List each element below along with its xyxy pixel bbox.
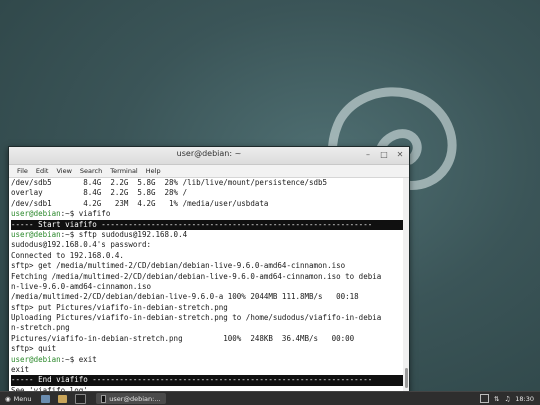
menu-view[interactable]: View — [52, 167, 75, 175]
terminal-line-text: sudodus@192.168.0.4's password: — [11, 240, 151, 250]
terminal-line-text: sftp> get /media/multimed-2/CD/debian/de… — [11, 261, 346, 271]
terminal-line-text: overlay 8.4G 2.2G 5.8G 28% / — [11, 188, 188, 198]
terminal-launcher-icon[interactable] — [74, 393, 86, 404]
terminal-line: exit — [11, 365, 403, 375]
taskbar-task-label: user@debian:... — [109, 394, 161, 403]
terminal-line: user@debian:~$ sftp sudodus@192.168.0.4 — [11, 230, 403, 240]
terminal-banner-line: ----- Start viafifo --------------------… — [11, 219, 403, 230]
maximize-button[interactable]: □ — [379, 149, 389, 161]
minimize-button[interactable]: – — [363, 149, 373, 161]
menu-bar: File Edit View Search Terminal Help — [9, 165, 409, 178]
terminal-window[interactable]: user@debian: ~ – □ ✕ File Edit View Sear… — [8, 146, 410, 393]
terminal-line-text: :~$ exit — [60, 354, 97, 364]
terminal-line-text: Connected to 192.168.0.4. — [11, 250, 124, 260]
terminal-line-text: Pictures/viafifo-in-debian-stretch.png 1… — [11, 333, 355, 343]
desktop-icon[interactable] — [40, 394, 50, 403]
taskbar-terminal-task[interactable]: user@debian:... — [95, 393, 166, 404]
terminal-line: /dev/sdb1 4.2G 23M 4.2G 1% /media/user/u… — [11, 199, 403, 209]
network-icon[interactable]: ⇅ — [494, 395, 499, 403]
clock[interactable]: 18:30 — [515, 395, 534, 403]
debian-menu-icon: ◉ — [5, 394, 11, 403]
start-menu-button[interactable]: ◉ Menu — [0, 395, 37, 403]
file-manager-icon[interactable] — [57, 394, 67, 403]
terminal-line-text: :~$ viafifo — [60, 209, 111, 219]
workspace-switcher-icon[interactable] — [479, 394, 489, 403]
terminal-line: Pictures/viafifo-in-debian-stretch.png 1… — [11, 334, 403, 344]
terminal-line-text: /dev/sdb5 8.4G 2.2G 5.8G 28% /lib/live/m… — [11, 178, 328, 187]
menu-search[interactable]: Search — [76, 167, 106, 175]
terminal-line: user@debian:~$ viafifo — [11, 209, 403, 219]
close-button[interactable]: ✕ — [395, 149, 405, 161]
terminal-line: Fetching /media/multimed-2/CD/debian/deb… — [11, 272, 403, 282]
vertical-scrollbar[interactable] — [403, 178, 409, 392]
terminal-line-text: n-stretch.png — [11, 323, 70, 333]
terminal-banner-line: ----- End viafifo ----------------------… — [11, 375, 403, 386]
title-bar[interactable]: user@debian: ~ – □ ✕ — [9, 147, 409, 165]
terminal-line-text: exit — [11, 365, 30, 375]
menu-edit[interactable]: Edit — [32, 167, 53, 175]
terminal-line-text: /dev/sdb1 4.2G 23M 4.2G 1% /media/user/u… — [11, 198, 269, 208]
shell-prompt: user@debian — [11, 229, 61, 239]
terminal-line: Uploading Pictures/viafifo-in-debian-str… — [11, 313, 403, 323]
taskbar: ◉ Menu user@debian:... ⇅ ♫ 18:30 — [0, 391, 540, 405]
terminal-line: /media/multimed-2/CD/debian/debian-live-… — [11, 292, 403, 302]
terminal-line-text: sftp> put Pictures/viafifo-in-debian-str… — [11, 302, 228, 312]
terminal-line-text: n-live-9.6.0-amd64-cinnamon.iso — [11, 281, 151, 291]
terminal-line: Connected to 192.168.0.4. — [11, 251, 403, 261]
terminal-line-text: ----- Start viafifo --------------------… — [11, 219, 373, 229]
terminal-line: sftp> quit — [11, 344, 403, 354]
terminal-line: /dev/sdb5 8.4G 2.2G 5.8G 28% /lib/live/m… — [11, 178, 403, 188]
window-title: user@debian: ~ — [176, 149, 242, 158]
menu-terminal[interactable]: Terminal — [106, 167, 141, 175]
terminal-line: sftp> put Pictures/viafifo-in-debian-str… — [11, 303, 403, 313]
terminal-output[interactable]: /dev/sdb5 8.4G 2.2G 5.8G 28% /lib/live/m… — [9, 178, 403, 392]
terminal-line-text: :~$ sftp sudodus@192.168.0.4 — [60, 229, 188, 239]
terminal-line-text: ----- End viafifo ----------------------… — [11, 375, 373, 385]
terminal-line: n-stretch.png — [11, 323, 403, 333]
terminal-task-icon — [100, 394, 107, 403]
menu-help[interactable]: Help — [142, 167, 165, 175]
volume-icon[interactable]: ♫ — [504, 395, 510, 403]
scrollbar-thumb[interactable] — [405, 368, 408, 388]
start-menu-label: Menu — [13, 394, 32, 403]
shell-prompt: user@debian — [11, 354, 61, 364]
terminal-line: overlay 8.4G 2.2G 5.8G 28% / — [11, 188, 403, 198]
terminal-line-text: Uploading Pictures/viafifo-in-debian-str… — [11, 313, 382, 323]
terminal-line-text: sftp> quit — [11, 344, 57, 354]
shell-prompt: user@debian — [11, 209, 61, 219]
terminal-line: user@debian:~$ exit — [11, 355, 403, 365]
terminal-line: n-live-9.6.0-amd64-cinnamon.iso — [11, 282, 403, 292]
terminal-line-text: /media/multimed-2/CD/debian/debian-live-… — [11, 292, 359, 302]
terminal-line-text: Fetching /media/multimed-2/CD/debian/deb… — [11, 271, 382, 281]
terminal-line: sudodus@192.168.0.4's password: — [11, 240, 403, 250]
terminal-line: sftp> get /media/multimed-2/CD/debian/de… — [11, 261, 403, 271]
menu-file[interactable]: File — [13, 167, 32, 175]
